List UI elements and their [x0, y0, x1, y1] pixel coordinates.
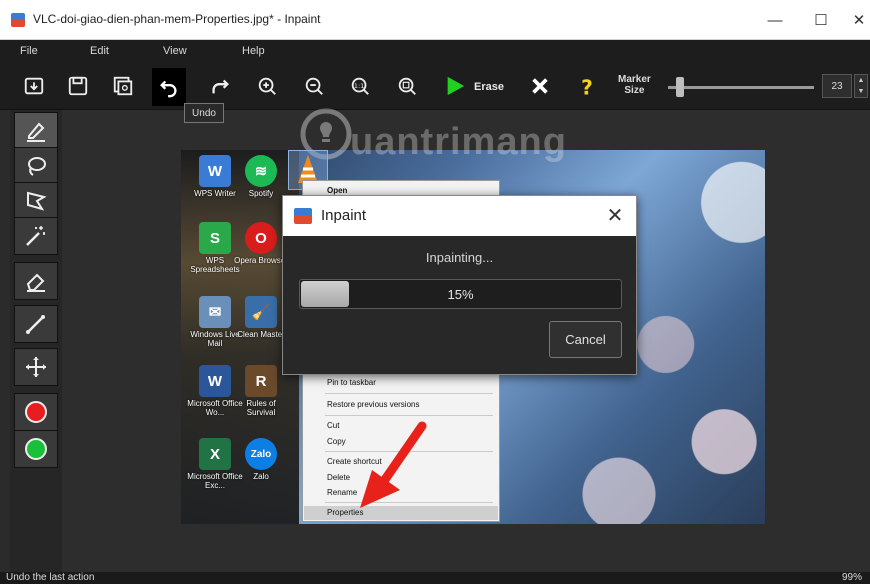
open-file-icon[interactable] [20, 72, 48, 100]
ctx-cut[interactable]: Cut [327, 421, 339, 430]
lasso-tool-icon[interactable] [14, 147, 58, 185]
window-titlebar: VLC-doi-giao-dien-phan-mem-Properties.jp… [0, 0, 870, 40]
zalo-icon: Zalo [245, 438, 277, 470]
marker-size-spinner[interactable]: ▲ ▼ [854, 74, 868, 98]
spotify-icon: ≋ [245, 155, 277, 187]
dialog-titlebar: Inpaint ✕ [283, 196, 636, 236]
dialog-app-icon [294, 208, 312, 224]
erase-button-label[interactable]: Erase [474, 81, 504, 93]
wps-spreadsheets-icon: S [199, 222, 231, 254]
marker-size-slider-track[interactable] [668, 86, 814, 89]
background-color-swatch[interactable] [14, 430, 58, 468]
move-tool-icon[interactable] [14, 348, 58, 386]
line-tool-icon[interactable] [14, 305, 58, 343]
ctx-restore-previous-versions[interactable]: Restore previous versions [327, 400, 419, 409]
menu-edit[interactable]: Edit [90, 45, 109, 57]
cancel-button[interactable]: Cancel [549, 321, 622, 358]
excel-icon: X [199, 438, 231, 470]
desktop-icon-spotify: ≋ Spotify [232, 155, 290, 198]
ctx-open[interactable]: Open [327, 186, 347, 195]
polygon-lasso-tool-icon[interactable] [14, 182, 58, 220]
undo-icon[interactable] [152, 68, 186, 106]
wps-writer-icon: W [199, 155, 231, 187]
status-bar: Undo the last action 99% [0, 572, 870, 584]
desktop-icon-zalo: Zalo Zalo [232, 438, 290, 481]
clean-master-icon: 🧹 [245, 296, 277, 328]
progress-text: 15% [447, 287, 474, 302]
minimize-button[interactable]: — [752, 0, 798, 40]
watermark-text: uantrimang [350, 121, 567, 163]
ctx-delete[interactable]: Delete [327, 473, 350, 482]
window-title: VLC-doi-giao-dien-phan-mem-Properties.jp… [33, 12, 321, 26]
svg-text:1:1: 1:1 [354, 82, 364, 90]
magic-wand-tool-icon[interactable] [14, 217, 58, 255]
ctx-copy[interactable]: Copy [327, 437, 346, 446]
app-icon [11, 13, 25, 27]
progress-bar: 15% [299, 279, 622, 309]
fit-to-window-icon[interactable] [393, 72, 421, 100]
status-message: Undo the last action [6, 572, 95, 583]
green-color-icon [25, 438, 47, 460]
menu-help[interactable]: Help [242, 45, 265, 57]
dialog-title: Inpaint [321, 207, 367, 224]
save-icon[interactable] [64, 72, 92, 100]
erase-play-icon[interactable] [441, 72, 469, 100]
word-icon: W [199, 365, 231, 397]
dialog-status-text: Inpainting... [425, 250, 494, 265]
svg-text:?: ? [581, 75, 593, 97]
marker-size-label: Marker Size [618, 74, 651, 96]
help-icon[interactable]: ? [573, 72, 601, 100]
tool-panel [10, 110, 62, 572]
windows-live-mail-icon: ✉ [199, 296, 231, 328]
marker-size-slider-knob[interactable] [676, 77, 684, 97]
close-window-button[interactable]: ✕ [836, 0, 870, 40]
dialog-close-icon[interactable]: ✕ [600, 200, 630, 230]
red-arrow-icon [360, 421, 427, 508]
actual-size-icon[interactable]: 1:1 [346, 72, 374, 100]
red-color-icon [25, 401, 47, 423]
ctx-separator [325, 415, 493, 416]
menu-bar: File Edit View Help [0, 40, 870, 64]
ctx-pin-to-taskbar[interactable]: Pin to taskbar [327, 378, 376, 387]
ctx-separator [325, 393, 493, 394]
save-as-icon[interactable] [109, 72, 137, 100]
zoom-in-icon[interactable] [253, 72, 281, 100]
redo-icon[interactable] [206, 72, 234, 100]
foreground-color-swatch[interactable] [14, 393, 58, 431]
menu-view[interactable]: View [163, 45, 187, 57]
rules-of-survival-icon: R [245, 365, 277, 397]
clear-selection-icon[interactable] [526, 72, 554, 100]
marker-size-input[interactable]: 23 [822, 74, 852, 98]
opera-icon: O [245, 222, 277, 254]
marker-tool-icon[interactable] [14, 112, 58, 150]
zoom-level: 99% [841, 572, 862, 583]
eraser-tool-icon[interactable] [14, 262, 58, 300]
menu-file[interactable]: File [20, 45, 38, 57]
inpaint-dialog: Inpaint ✕ Inpainting... 15% Cancel [282, 195, 637, 375]
zoom-out-icon[interactable] [300, 72, 328, 100]
undo-tooltip: Undo [184, 103, 224, 123]
